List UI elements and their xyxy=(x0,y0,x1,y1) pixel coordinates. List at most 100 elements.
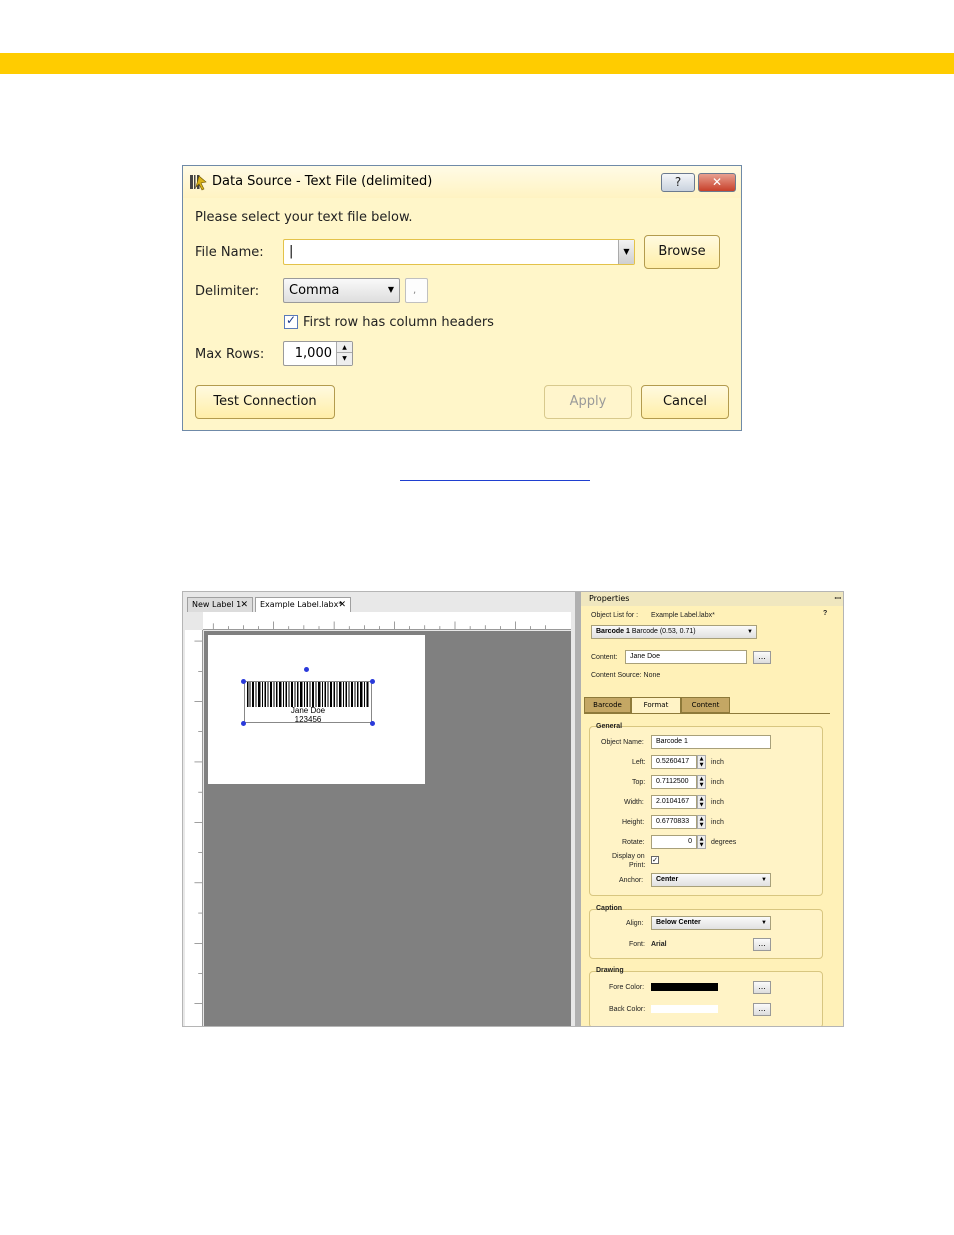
close-icon[interactable]: ✕ xyxy=(338,598,346,612)
object-list-file: Example Label.labx* xyxy=(651,612,715,619)
resize-handle[interactable] xyxy=(241,679,246,684)
display-on-print-label: Display on xyxy=(612,853,645,860)
object-name-label: Object Name: xyxy=(601,739,644,746)
vertical-ruler xyxy=(185,630,203,1026)
tab-new-label-1[interactable]: New Label 1 ✕ xyxy=(187,597,253,612)
left-unit: inch xyxy=(711,759,724,766)
resize-handle[interactable] xyxy=(370,721,375,726)
content-browse-button[interactable]: ... xyxy=(753,651,771,664)
top-label: Top: xyxy=(632,779,646,786)
rotate-input[interactable]: 0 xyxy=(651,835,697,849)
tab-barcode[interactable]: Barcode xyxy=(584,697,631,713)
tab-format[interactable]: Format xyxy=(631,697,681,713)
chevron-down-icon[interactable]: ▼ xyxy=(618,240,634,264)
drawing-group xyxy=(589,971,823,1026)
pin-icon[interactable]: ꟷ xyxy=(834,592,841,606)
properties-panel: Properties ꟷ Object List for : Example L… xyxy=(581,592,843,1026)
help-button[interactable]: ? xyxy=(661,173,695,192)
check-icon: ✓ xyxy=(652,856,658,864)
help-icon[interactable]: ? xyxy=(823,610,827,617)
file-name-value: | xyxy=(289,244,294,259)
object-list-label: Object List for : xyxy=(591,612,639,619)
data-source-dialog: Data Source - Text File (delimited) ? ✕ … xyxy=(182,165,742,431)
resize-handle[interactable] xyxy=(241,721,246,726)
check-icon: ✓ xyxy=(286,313,297,327)
label-designer-window: New Label 1 ✕ Example Label.labx* ✕ Jane… xyxy=(182,591,844,1027)
fore-color-swatch[interactable] xyxy=(651,983,718,991)
align-value: Below Center xyxy=(656,919,701,926)
left-spin-icon[interactable]: ▲ ▼ xyxy=(697,755,706,769)
chevron-down-icon: ▼ xyxy=(387,285,394,294)
height-label: Height: xyxy=(622,819,645,826)
delimiter-value: Comma xyxy=(289,283,340,298)
data-source-icon xyxy=(190,175,207,191)
spin-down-icon[interactable]: ▼ xyxy=(336,353,352,365)
tab-divider xyxy=(584,713,830,714)
tab-example-label[interactable]: Example Label.labx* ✕ xyxy=(255,597,351,612)
barcode-graphic[interactable] xyxy=(245,682,371,707)
back-color-button[interactable]: ... xyxy=(753,1003,771,1016)
font-browse-button[interactable]: ... xyxy=(753,938,771,951)
editor-area: New Label 1 ✕ Example Label.labx* ✕ Jane… xyxy=(183,592,575,1026)
properties-header: Properties ꟷ xyxy=(581,592,843,606)
top-input[interactable]: 0.7112500 xyxy=(651,775,697,789)
display-on-print-label-2: Print: xyxy=(629,862,646,869)
yellow-header-bar xyxy=(0,53,954,74)
rotate-unit: degrees xyxy=(711,839,737,846)
dialog-title-bar: Data Source - Text File (delimited) ? ✕ xyxy=(183,166,741,198)
content-label: Content: xyxy=(591,654,618,661)
custom-delimiter-input[interactable]: , xyxy=(405,278,428,303)
anchor-select[interactable]: Center ▼ xyxy=(651,873,771,887)
file-name-combobox[interactable]: | ▼ xyxy=(283,239,635,265)
object-select[interactable]: Barcode 1 Barcode (0.53, 0.71) ▼ xyxy=(591,625,757,639)
file-name-label: File Name: xyxy=(195,245,264,260)
delimiter-char: , xyxy=(413,285,417,296)
top-spin-icon[interactable]: ▲ ▼ xyxy=(697,775,706,789)
width-spin-icon[interactable]: ▲ ▼ xyxy=(697,795,706,809)
width-input[interactable]: 2.0104167 xyxy=(651,795,697,809)
content-input[interactable]: Jane Doe xyxy=(625,650,747,664)
spin-up-icon[interactable]: ▲ xyxy=(336,342,352,353)
align-label: Align: xyxy=(626,920,644,927)
caption-title: Caption xyxy=(596,905,623,912)
test-connection-button[interactable]: Test Connection xyxy=(195,385,335,419)
browse-button[interactable]: Browse xyxy=(644,235,720,269)
fore-color-label: Fore Color: xyxy=(609,984,645,991)
instruction-text: Please select your text file below. xyxy=(195,210,413,225)
delimiter-select[interactable]: Comma ▼ xyxy=(283,278,400,303)
max-rows-value: 1,000 xyxy=(294,346,332,361)
left-label: Left: xyxy=(632,759,646,766)
height-spin-icon[interactable]: ▲ ▼ xyxy=(697,815,706,829)
rotate-label: Rotate: xyxy=(622,839,645,846)
first-row-checkbox[interactable]: ✓ xyxy=(284,313,298,329)
fore-color-button[interactable]: ... xyxy=(753,981,771,994)
resize-handle[interactable] xyxy=(370,679,375,684)
cancel-button[interactable]: Cancel xyxy=(641,385,729,419)
display-on-print-checkbox[interactable]: ✓ xyxy=(651,856,659,864)
close-button[interactable]: ✕ xyxy=(698,173,736,192)
general-group xyxy=(589,726,823,896)
delimiter-label: Delimiter: xyxy=(195,284,260,299)
barcode-caption-number: 123456 xyxy=(294,715,322,724)
anchor-value: Center xyxy=(656,876,679,883)
close-icon[interactable]: ✕ xyxy=(240,598,248,612)
height-input[interactable]: 0.6770833 xyxy=(651,815,697,829)
max-rows-label: Max Rows: xyxy=(195,347,265,362)
rotate-handle[interactable] xyxy=(304,667,309,672)
left-input[interactable]: 0.5260417 xyxy=(651,755,697,769)
back-color-swatch[interactable] xyxy=(651,1005,718,1013)
tab-content[interactable]: Content xyxy=(681,697,730,713)
max-rows-input[interactable]: 1,000 ▲ ▼ xyxy=(283,341,353,366)
drawing-title: Drawing xyxy=(596,967,624,974)
object-select-detail: Barcode (0.53, 0.71) xyxy=(631,628,696,635)
tab-label: Example Label.labx* xyxy=(260,600,343,609)
rotate-spin-icon[interactable]: ▲ ▼ xyxy=(697,835,706,849)
chevron-down-icon: ▼ xyxy=(761,877,767,883)
apply-button[interactable]: Apply xyxy=(544,385,632,419)
hyperlink-underline[interactable] xyxy=(400,480,590,481)
align-select[interactable]: Below Center ▼ xyxy=(651,916,771,930)
object-name-input[interactable]: Barcode 1 xyxy=(651,735,771,749)
anchor-label: Anchor: xyxy=(619,877,644,884)
chevron-down-icon: ▼ xyxy=(761,920,767,926)
horizontal-ruler xyxy=(203,612,571,630)
